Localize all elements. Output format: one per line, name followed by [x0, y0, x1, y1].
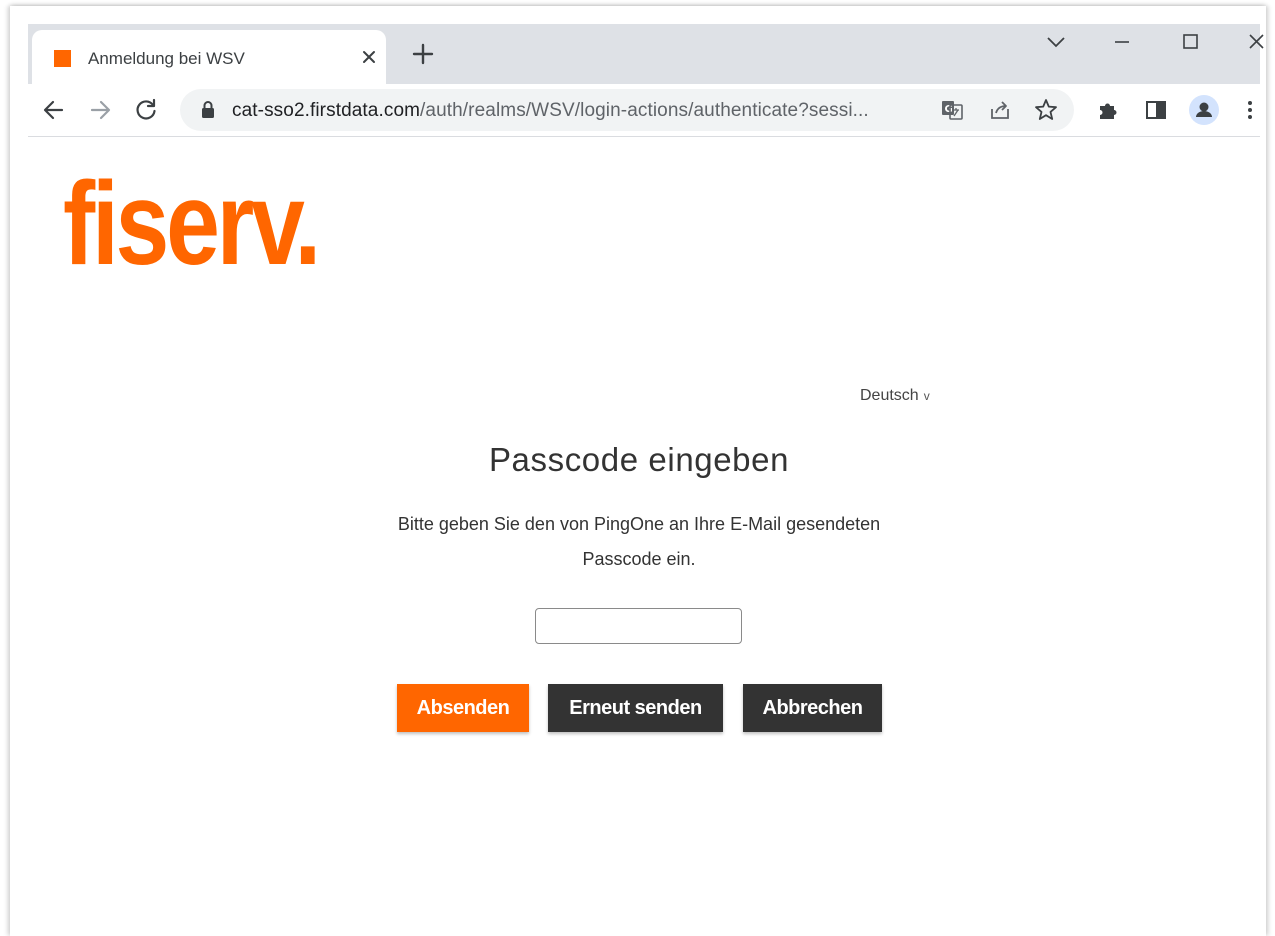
- url-text: cat-sso2.firstdata.com/auth/realms/WSV/l…: [232, 100, 922, 122]
- share-icon[interactable]: [986, 96, 1014, 124]
- url-host: cat-sso2.firstdata.com: [232, 100, 421, 121]
- reload-icon[interactable]: [132, 96, 160, 124]
- menu-icon[interactable]: [1236, 96, 1264, 124]
- address-bar[interactable]: cat-sso2.firstdata.com/auth/realms/WSV/l…: [180, 89, 1074, 131]
- close-window-icon[interactable]: [1236, 28, 1266, 58]
- back-icon[interactable]: [40, 96, 68, 124]
- url-path: /auth/realms/WSV/login-actions/authentic…: [420, 100, 869, 121]
- favicon-icon: [54, 50, 71, 67]
- side-panel-icon[interactable]: [1142, 96, 1170, 124]
- tab-active[interactable]: Anmeldung bei WSV: [32, 30, 386, 84]
- extensions-icon[interactable]: [1094, 96, 1122, 124]
- chevron-down-icon: v: [923, 389, 930, 403]
- lock-icon[interactable]: [194, 96, 222, 124]
- instruction-line-2: Passcode ein.: [582, 549, 696, 569]
- resend-button[interactable]: Erneut senden: [548, 684, 723, 732]
- submit-button[interactable]: Absenden: [397, 684, 529, 732]
- language-selector[interactable]: Deutsch v: [860, 387, 930, 405]
- new-tab-icon[interactable]: [410, 41, 436, 67]
- browser-toolbar: cat-sso2.firstdata.com/auth/realms/WSV/l…: [28, 84, 1260, 137]
- star-icon[interactable]: [1032, 96, 1060, 124]
- instruction-line-1: Bitte geben Sie den von PingOne an Ihre …: [397, 514, 881, 534]
- minimize-icon[interactable]: [1102, 28, 1142, 58]
- profile-icon[interactable]: [1188, 94, 1220, 126]
- passcode-input[interactable]: [535, 608, 742, 644]
- maximize-icon[interactable]: [1170, 28, 1210, 58]
- tab-search-icon[interactable]: [1036, 28, 1076, 58]
- browser-window: Anmeldung bei WSV cat-sso2.firstdata.com…: [10, 6, 1266, 936]
- fiserv-logo: fiserv.: [63, 158, 321, 290]
- page-content: fiserv. Deutsch v Passcode eingeben Bitte…: [28, 137, 1260, 936]
- language-label: Deutsch: [860, 387, 919, 404]
- tab-close-icon[interactable]: [356, 44, 382, 70]
- tab-strip: Anmeldung bei WSV: [28, 24, 1264, 84]
- cancel-button[interactable]: Abbrechen: [743, 684, 882, 732]
- translate-icon[interactable]: G: [938, 96, 966, 124]
- forward-icon[interactable]: [86, 96, 114, 124]
- instruction-text: Bitte geben Sie den von PingOne an Ihre …: [328, 507, 950, 577]
- tab-title: Anmeldung bei WSV: [88, 49, 245, 68]
- page-title: Passcode eingeben: [488, 441, 790, 478]
